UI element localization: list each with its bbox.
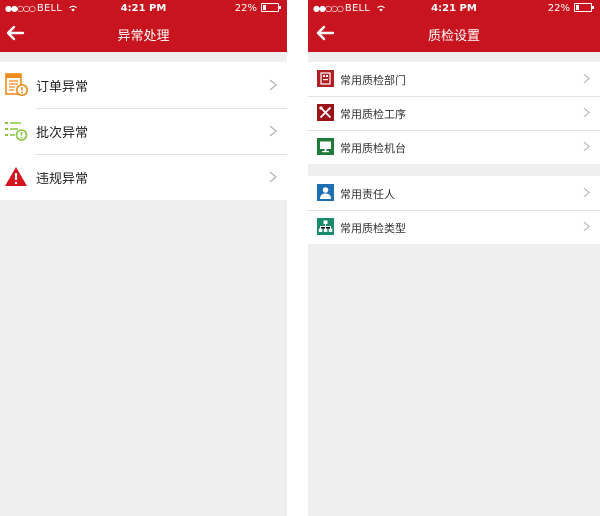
list-item-qc-department[interactable]: 常用质检部门 xyxy=(308,62,600,96)
app-header: ●●○○○ BELL 4:21 PM 22% 异常处理 xyxy=(0,0,287,52)
list-item-label: 常用质检类型 xyxy=(340,222,406,235)
list-item-label: 订单异常 xyxy=(36,80,89,95)
order-exception-icon xyxy=(5,73,28,96)
status-bar: ●●○○○ BELL 4:21 PM 22% xyxy=(308,0,600,17)
hierarchy-icon xyxy=(317,218,334,235)
page-title: 质检设置 xyxy=(427,29,480,44)
right-screen: ●●○○○ BELL 4:21 PM 22% 质检设置 常用质检部门 常用质检工… xyxy=(308,0,600,516)
left-screen: ●●○○○ BELL 4:21 PM 22% 异常处理 订单异常 批次异常 违规… xyxy=(0,0,287,516)
battery-icon xyxy=(574,3,594,12)
battery-percent: 22% xyxy=(547,3,570,14)
chevron-right-icon xyxy=(583,221,590,232)
chevron-right-icon xyxy=(583,141,590,152)
list-item-responsible-person[interactable]: 常用责任人 xyxy=(308,176,600,210)
list-item-order-exception[interactable]: 订单异常 xyxy=(0,62,287,108)
list-item-label: 常用质检部门 xyxy=(340,74,406,87)
department-icon xyxy=(317,70,334,87)
batch-exception-icon xyxy=(5,122,28,141)
tools-icon xyxy=(317,104,334,121)
battery-icon xyxy=(261,3,281,12)
qc-settings-group-2: 常用责任人 常用质检类型 xyxy=(308,176,600,244)
list-item-violation-exception[interactable]: 违规异常 xyxy=(0,154,287,200)
chevron-right-icon xyxy=(269,79,277,91)
list-item-label: 违规异常 xyxy=(36,172,89,187)
battery-percent: 22% xyxy=(234,3,257,14)
list-item-label: 常用质检工序 xyxy=(340,108,406,121)
chevron-right-icon xyxy=(583,187,590,198)
list-item-label: 常用质检机台 xyxy=(340,142,406,155)
qc-settings-group-1: 常用质检部门 常用质检工序 常用质检机台 xyxy=(308,62,600,164)
exception-list: 订单异常 批次异常 违规异常 xyxy=(0,62,287,200)
monitor-icon xyxy=(317,138,334,155)
status-bar: ●●○○○ BELL 4:21 PM 22% xyxy=(0,0,287,17)
page-title: 异常处理 xyxy=(117,29,170,44)
list-item-qc-machine[interactable]: 常用质检机台 xyxy=(308,130,600,164)
warning-icon xyxy=(5,167,27,186)
chevron-right-icon xyxy=(269,125,277,137)
battery-status: 22% xyxy=(234,3,281,14)
list-item-batch-exception[interactable]: 批次异常 xyxy=(0,108,287,154)
chevron-right-icon xyxy=(269,171,277,183)
app-header: ●●○○○ BELL 4:21 PM 22% 质检设置 xyxy=(308,0,600,52)
chevron-right-icon xyxy=(583,73,590,84)
list-item-label: 批次异常 xyxy=(36,126,89,141)
list-item-qc-process[interactable]: 常用质检工序 xyxy=(308,96,600,130)
list-item-qc-type[interactable]: 常用质检类型 xyxy=(308,210,600,244)
chevron-right-icon xyxy=(583,107,590,118)
battery-status: 22% xyxy=(547,3,594,14)
list-item-label: 常用责任人 xyxy=(340,188,395,201)
person-icon xyxy=(317,184,334,201)
